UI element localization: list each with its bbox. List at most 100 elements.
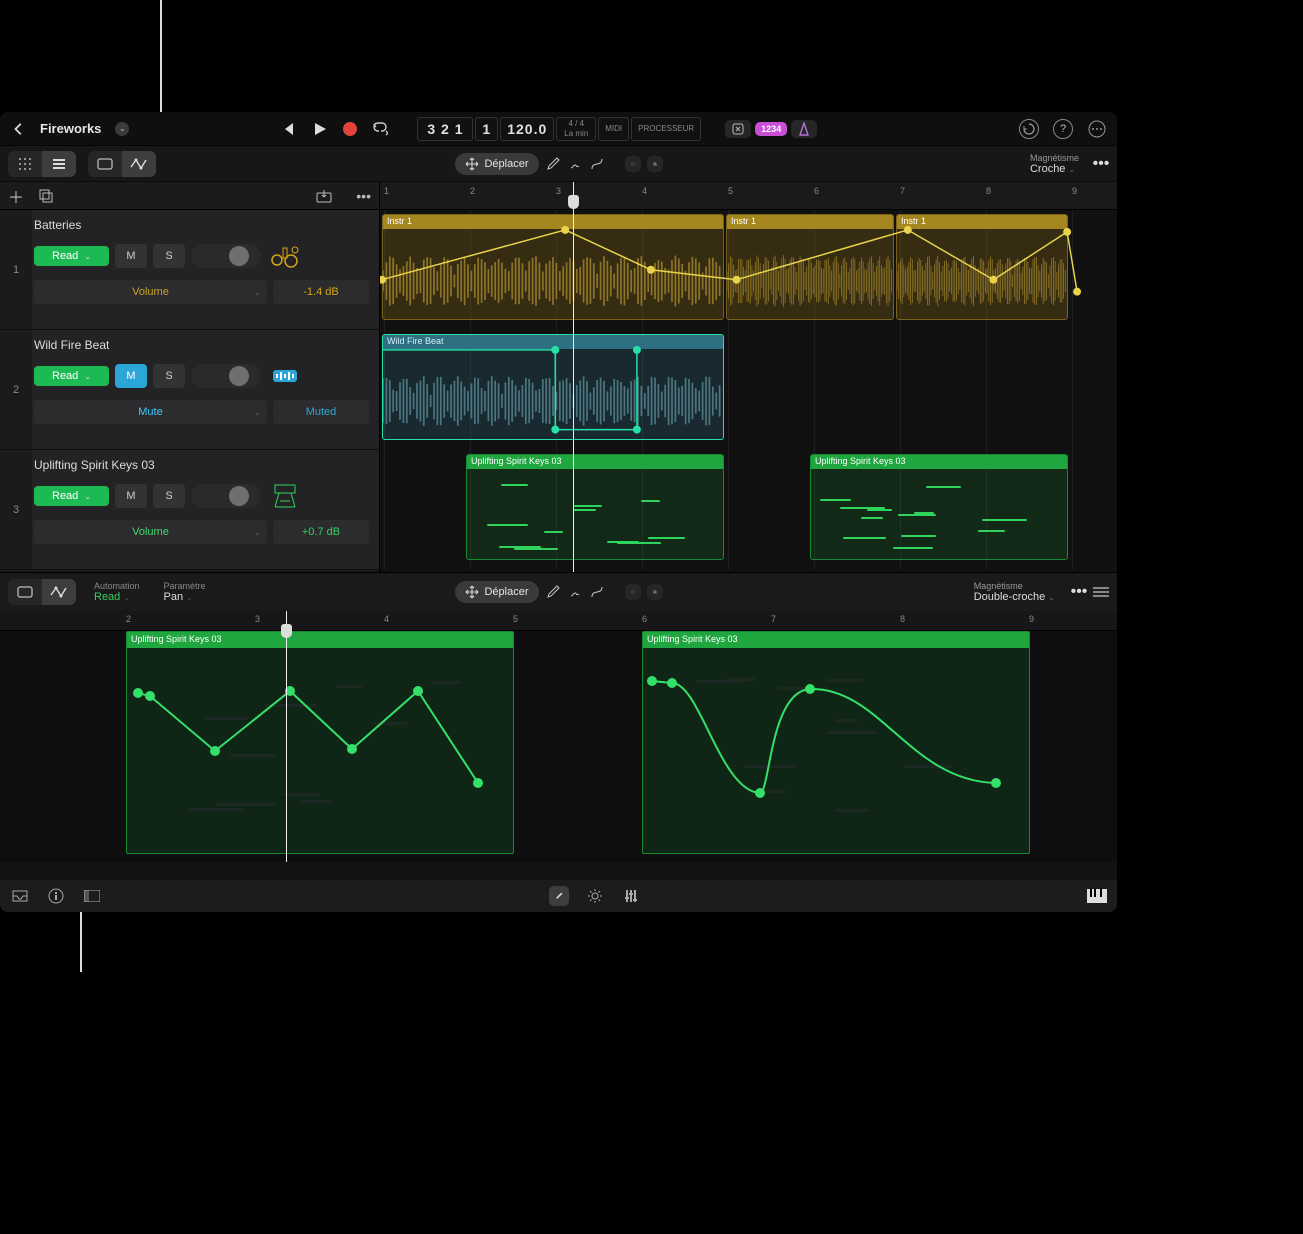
cycle-button[interactable] <box>371 120 389 138</box>
snap-control[interactable]: Magnétisme Croche ⌄ <box>1030 153 1079 175</box>
track-lane[interactable]: Wild Fire Beat <box>380 330 1117 450</box>
automation-mode-button[interactable]: Read⌄ <box>34 366 109 386</box>
editor-copy-icon[interactable] <box>647 584 663 600</box>
track-header[interactable]: 2 Wild Fire Beat Read⌄ M S Mute⌄ Muted <box>0 330 379 450</box>
track-name[interactable]: Uplifting Spirit Keys 03 <box>34 458 369 472</box>
project-menu-icon[interactable]: ⌄ <box>115 122 129 136</box>
help-button[interactable]: ? <box>1053 119 1073 139</box>
editor-more-icon[interactable]: ••• <box>1071 584 1087 600</box>
metronome-button[interactable] <box>791 120 817 138</box>
region[interactable]: Instr 1 <box>382 214 724 320</box>
grid-view-icon[interactable] <box>8 151 42 177</box>
app-window: Fireworks ⌄ 3 2 1 1 120.0 4 / 4 La min M… <box>0 112 1117 912</box>
automation-mode-button[interactable]: Read⌄ <box>34 486 109 506</box>
tuner-button[interactable] <box>725 120 751 138</box>
sidebar-icon[interactable] <box>82 886 102 906</box>
automation-mode-button[interactable]: Read⌄ <box>34 246 109 266</box>
mute-button[interactable]: M <box>115 364 147 388</box>
region-label: Uplifting Spirit Keys 03 <box>467 455 723 469</box>
back-button[interactable] <box>10 120 28 138</box>
mute-button[interactable]: M <box>115 484 147 508</box>
editor-pencil-icon[interactable] <box>545 584 561 600</box>
move-tool[interactable]: Déplacer <box>454 153 538 175</box>
playhead[interactable] <box>573 182 574 572</box>
editor-region[interactable]: Uplifting Spirit Keys 03 <box>642 631 1030 854</box>
editor-area[interactable]: 23456789 Uplifting Spirit Keys 03 Uplift… <box>0 611 1117 862</box>
editor-snap-control[interactable]: Magnétisme Double-croche ⌄ <box>974 581 1055 603</box>
automation-view-icon[interactable] <box>122 151 156 177</box>
editor-automation-view-icon[interactable] <box>42 579 76 605</box>
track-index: 2 <box>0 330 32 449</box>
list-view-icon[interactable] <box>42 151 76 177</box>
count-in-badge[interactable]: 1234 <box>755 122 787 136</box>
loop-tool-icon[interactable] <box>625 156 641 172</box>
piano-icon[interactable] <box>1087 886 1107 906</box>
editor-region[interactable]: Uplifting Spirit Keys 03 <box>126 631 514 854</box>
lcd-display[interactable]: 3 2 1 1 120.0 4 / 4 La min MIDI PROCESSE… <box>417 117 701 141</box>
editor-loop-icon[interactable] <box>625 584 641 600</box>
automation-value[interactable]: Muted <box>273 400 369 424</box>
automation-param-select[interactable]: Volume⌄ <box>34 280 267 304</box>
info-icon[interactable] <box>46 886 66 906</box>
region[interactable]: Instr 1 <box>726 214 894 320</box>
mute-button[interactable]: M <box>115 244 147 268</box>
toolbar-more-icon[interactable]: ••• <box>1093 156 1109 172</box>
editor-region-view-icon[interactable] <box>8 579 42 605</box>
editor-param-select[interactable]: Paramètre Pan ⌄ <box>164 581 206 603</box>
solo-button[interactable]: S <box>153 484 185 508</box>
region-view-icon[interactable] <box>88 151 122 177</box>
automation-value[interactable]: -1.4 dB <box>273 280 369 304</box>
record-button[interactable] <box>343 122 357 136</box>
timeline-ruler[interactable]: 123456789 <box>380 182 1117 210</box>
editor-ruler[interactable]: 23456789 <box>0 611 1117 631</box>
track-header[interactable]: 3 Uplifting Spirit Keys 03 Read⌄ M S Vol… <box>0 450 379 570</box>
track-more-icon[interactable]: ••• <box>356 188 371 204</box>
pan-knob[interactable] <box>191 484 261 508</box>
track-stack-icon[interactable] <box>38 188 54 204</box>
brightness-icon[interactable] <box>585 886 605 906</box>
editor-playhead[interactable] <box>286 611 287 862</box>
more-button[interactable] <box>1087 119 1107 139</box>
solo-button[interactable]: S <box>153 364 185 388</box>
add-track-button[interactable]: ＋ <box>8 184 24 208</box>
region[interactable]: Instr 1 <box>896 214 1068 320</box>
track-header[interactable]: 1 Batteries Read⌄ M S Volume⌄ -1.4 dB <box>0 210 379 330</box>
curve-tool-icon[interactable] <box>589 156 605 172</box>
editor-move-tool[interactable]: Déplacer <box>454 581 538 603</box>
project-title[interactable]: Fireworks <box>40 121 101 136</box>
automation-param-select[interactable]: Mute⌄ <box>34 400 267 424</box>
editor-automation-mode[interactable]: Automation Read ⌄ <box>94 581 140 603</box>
arrange-timeline[interactable]: 123456789 Instr 1 Instr 1 Instr 1 Wild F… <box>380 182 1117 572</box>
mixer-icon[interactable] <box>621 886 641 906</box>
lcd-tempo: 120.0 <box>507 121 547 137</box>
track-lane[interactable]: Instr 1 Instr 1 Instr 1 <box>380 210 1117 330</box>
editor-curve-icon[interactable] <box>589 584 605 600</box>
region[interactable]: Uplifting Spirit Keys 03 <box>810 454 1068 560</box>
solo-button[interactable]: S <box>153 244 185 268</box>
automation-param-select[interactable]: Volume⌄ <box>34 520 267 544</box>
track-instrument-icon[interactable] <box>267 478 303 514</box>
undo-history-button[interactable] <box>1019 119 1039 139</box>
lcd-key: La min <box>564 129 588 139</box>
track-name[interactable]: Batteries <box>34 218 369 232</box>
edit-mode-icon[interactable] <box>549 886 569 906</box>
track-instrument-icon[interactable] <box>267 358 303 394</box>
track-name[interactable]: Wild Fire Beat <box>34 338 369 352</box>
track-lane[interactable]: Uplifting Spirit Keys 03 Uplifting Spiri… <box>380 450 1117 570</box>
editor-lines-icon[interactable] <box>1093 584 1109 600</box>
pan-knob[interactable] <box>191 244 261 268</box>
brush-tool-icon[interactable] <box>567 156 583 172</box>
snap-value: Croche <box>1030 163 1065 175</box>
track-instrument-icon[interactable] <box>267 238 303 274</box>
editor-brush-icon[interactable] <box>567 584 583 600</box>
copy-tool-icon[interactable] <box>647 156 663 172</box>
region[interactable]: Wild Fire Beat <box>382 334 724 440</box>
play-button[interactable] <box>311 120 329 138</box>
automation-value[interactable]: +0.7 dB <box>273 520 369 544</box>
import-icon[interactable] <box>316 189 332 203</box>
region[interactable]: Uplifting Spirit Keys 03 <box>466 454 724 560</box>
pan-knob[interactable] <box>191 364 261 388</box>
rewind-button[interactable] <box>279 120 297 138</box>
inbox-icon[interactable] <box>10 886 30 906</box>
pencil-tool-icon[interactable] <box>545 156 561 172</box>
